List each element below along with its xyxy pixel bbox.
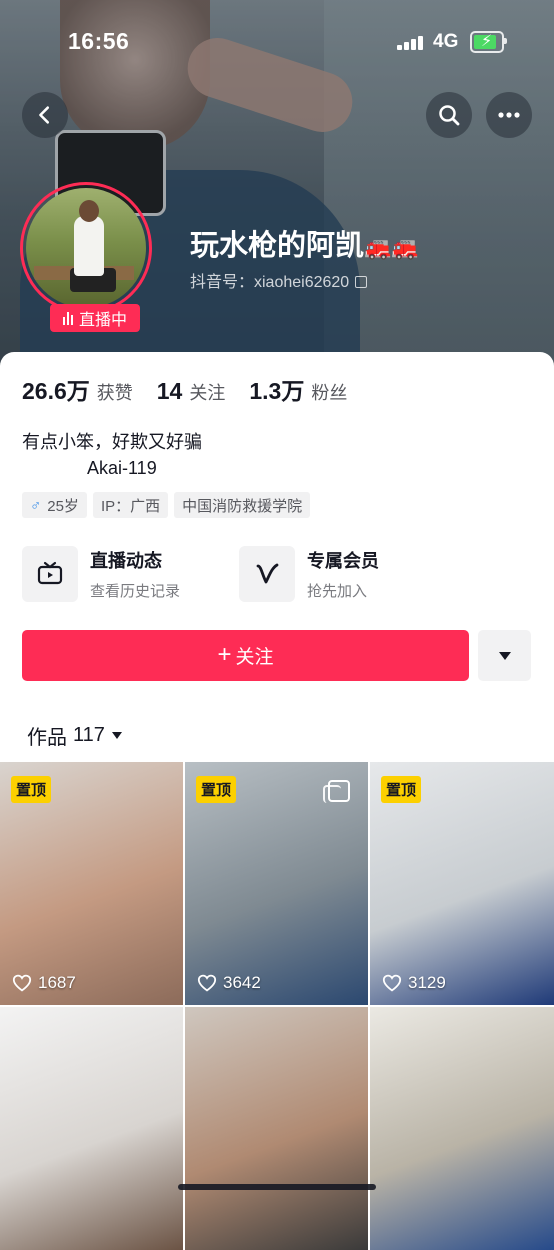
vip-subtitle: 抢先加入 [307, 583, 368, 600]
gender-age-tag: ♂ 25岁 [22, 492, 87, 518]
battery-icon: ⚡ [470, 31, 507, 53]
more-button[interactable] [486, 92, 532, 138]
followers-label: 粉丝 [311, 383, 348, 403]
bio-line-2: Akai-119 [87, 458, 157, 478]
live-bars-icon [62, 311, 73, 325]
school-tag[interactable]: 中国消防救援学院 [174, 492, 311, 518]
vip-title: 专属会员 [307, 551, 379, 571]
status-time: 16:56 [68, 28, 130, 54]
video-likes: 1687 [12, 973, 76, 993]
followers-count[interactable]: 1.3万 [249, 372, 304, 406]
pinned-badge: 置顶 [196, 776, 237, 803]
caret-down-icon [498, 651, 511, 660]
likes-label: 获赞 [96, 383, 133, 403]
douyin-id[interactable]: 抖音号：xiaohei62620 [190, 268, 368, 292]
male-icon: ♂ [30, 496, 42, 514]
fire-truck-emoji: 🚒🚒 [364, 235, 419, 260]
avatar [26, 188, 146, 308]
video-thumbnail[interactable] [370, 1007, 554, 1250]
home-indicator [178, 1184, 376, 1190]
follow-button[interactable]: + 关注 [22, 630, 469, 681]
works-count: 117 [73, 724, 105, 746]
stats-row: 26.6万 获赞 14 关注 1.3万 粉丝 [22, 372, 371, 406]
likes-count[interactable]: 26.6万 [22, 372, 90, 406]
video-likes-count: 1687 [38, 973, 76, 992]
live-history-title: 直播动态 [90, 551, 162, 571]
profile-card: 26.6万 获赞 14 关注 1.3万 粉丝 有点小笨，好欺又好骗 Akai-1… [0, 352, 554, 1250]
live-history-subtitle: 查看历史记录 [90, 583, 181, 600]
works-tab[interactable]: 作品 117 [27, 721, 123, 750]
pinned-badge: 置顶 [381, 776, 422, 803]
more-options-dropdown[interactable] [478, 630, 531, 681]
video-thumbnail[interactable] [185, 1007, 368, 1250]
vip-membership-entry[interactable]: 专属会员 抢先加入 [239, 546, 379, 602]
copy-icon[interactable] [355, 276, 368, 288]
live-badge-label: 直播中 [78, 312, 127, 329]
profile-tags: ♂ 25岁 IP：广西 中国消防救援学院 [22, 492, 311, 518]
heart-icon [382, 974, 402, 992]
video-thumbnail[interactable]: 置顶 1687 [0, 762, 183, 1005]
caret-down-icon [111, 732, 122, 739]
douyin-id-text: 抖音号：xiaohei62620 [190, 274, 350, 291]
signal-icon [397, 34, 425, 50]
bio-line-1: 有点小笨，好欺又好骗 [22, 432, 202, 452]
video-thumbnail[interactable]: 置顶 3129 [370, 762, 554, 1005]
heart-icon [197, 974, 217, 992]
video-thumbnail[interactable] [0, 1007, 183, 1250]
follow-label: 关注 [235, 647, 274, 668]
video-likes: 3642 [197, 973, 261, 993]
nickname: 玩水枪的阿凯🚒🚒 [190, 222, 419, 264]
status-bar: 16:56 4G ⚡ [0, 0, 554, 80]
chevron-left-icon [39, 106, 50, 124]
video-grid: 置顶 1687 置顶 3642 置顶 3129 [0, 762, 554, 1250]
heart-icon [12, 974, 32, 992]
works-tab-label: 作品 [27, 727, 67, 749]
plus-icon: + [217, 640, 232, 668]
video-thumbnail[interactable]: 置顶 3642 [185, 762, 368, 1005]
age-text: 25岁 [47, 497, 79, 515]
video-likes-count: 3129 [408, 973, 446, 992]
nickname-text: 玩水枪的阿凯 [190, 230, 365, 262]
tv-icon [22, 546, 78, 602]
video-likes: 3129 [382, 973, 446, 993]
search-icon [439, 105, 460, 126]
following-label: 关注 [189, 383, 226, 403]
following-count[interactable]: 14 [157, 378, 183, 405]
ip-tag: IP：广西 [92, 492, 169, 518]
live-badge[interactable]: 直播中 [50, 304, 140, 332]
more-dots-icon [498, 112, 520, 118]
live-history-entry[interactable]: 直播动态 查看历史记录 [22, 546, 180, 602]
back-button[interactable] [22, 92, 68, 138]
v-membership-icon [239, 546, 295, 602]
video-likes-count: 3642 [223, 973, 261, 992]
multi-image-icon [323, 780, 350, 803]
pinned-badge: 置顶 [11, 776, 52, 803]
avatar-live-ring[interactable] [20, 182, 152, 314]
network-type: 4G [433, 31, 459, 52]
search-button[interactable] [426, 92, 472, 138]
